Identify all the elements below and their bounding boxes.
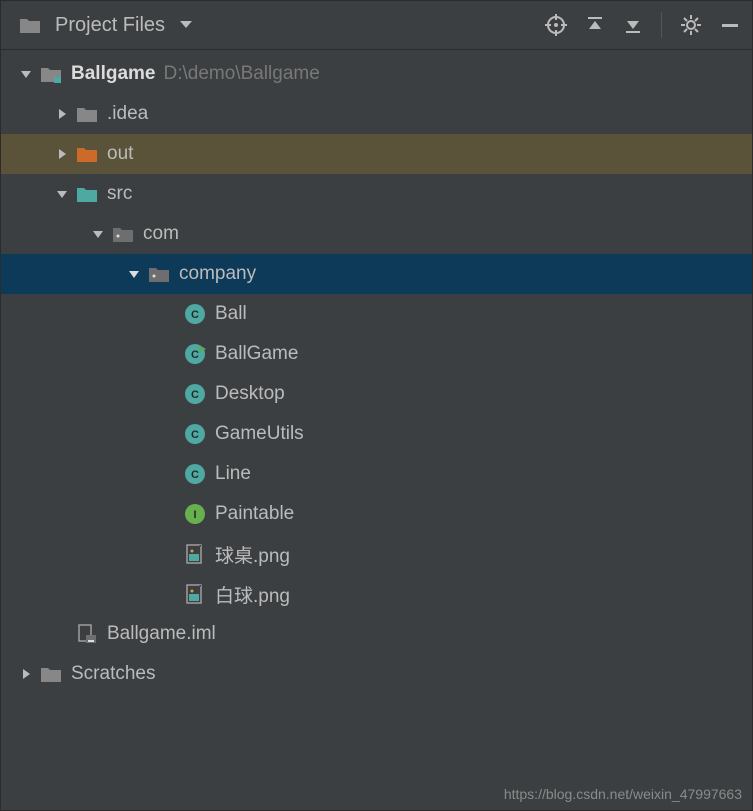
node-label: Paintable bbox=[215, 503, 294, 525]
locate-icon[interactable] bbox=[545, 14, 567, 36]
svg-text:C: C bbox=[191, 389, 199, 401]
folder-icon bbox=[73, 105, 101, 123]
node-label: Ballgame.iml bbox=[107, 623, 216, 645]
node-label: BallGame bbox=[215, 343, 298, 365]
svg-text:C: C bbox=[191, 429, 199, 441]
tree-node-paintable[interactable]: I Paintable bbox=[1, 494, 752, 534]
node-label: out bbox=[107, 143, 133, 165]
package-icon bbox=[109, 225, 137, 243]
chevron-right-icon[interactable] bbox=[51, 108, 73, 120]
node-label: GameUtils bbox=[215, 423, 304, 445]
node-label: Ball bbox=[215, 303, 247, 325]
source-folder-icon bbox=[73, 185, 101, 203]
dropdown-icon bbox=[179, 20, 193, 30]
class-icon: C bbox=[181, 463, 209, 485]
project-tree[interactable]: Ballgame D:\demo\Ballgame .idea out bbox=[1, 50, 752, 694]
node-label: 球桌.png bbox=[215, 541, 290, 568]
folder-icon bbox=[19, 16, 41, 34]
svg-text:I: I bbox=[193, 509, 196, 521]
watermark: https://blog.csdn.net/weixin_47997663 bbox=[504, 786, 742, 802]
gear-icon[interactable] bbox=[680, 14, 702, 36]
tree-node-image-2[interactable]: 白球.png bbox=[1, 574, 752, 614]
svg-text:C: C bbox=[191, 309, 199, 321]
iml-file-icon bbox=[73, 623, 101, 645]
chevron-down-icon[interactable] bbox=[87, 228, 109, 240]
tree-node-iml[interactable]: Ballgame.iml bbox=[1, 614, 752, 654]
chevron-down-icon[interactable] bbox=[123, 268, 145, 280]
chevron-right-icon[interactable] bbox=[15, 668, 37, 680]
node-label: company bbox=[179, 263, 256, 285]
chevron-down-icon[interactable] bbox=[15, 68, 37, 80]
tree-node-out[interactable]: out bbox=[1, 134, 752, 174]
node-label: .idea bbox=[107, 103, 148, 125]
tree-node-image-1[interactable]: 球桌.png bbox=[1, 534, 752, 574]
tree-node-com[interactable]: com bbox=[1, 214, 752, 254]
node-label: Line bbox=[215, 463, 251, 485]
tree-node-ball[interactable]: C Ball bbox=[1, 294, 752, 334]
tree-node-idea[interactable]: .idea bbox=[1, 94, 752, 134]
chevron-down-icon[interactable] bbox=[51, 188, 73, 200]
tree-node-line[interactable]: C Line bbox=[1, 454, 752, 494]
excluded-folder-icon bbox=[73, 145, 101, 163]
divider bbox=[661, 12, 662, 38]
view-selector-label: Project Files bbox=[55, 14, 165, 37]
image-file-icon bbox=[181, 583, 209, 605]
tree-node-gameutils[interactable]: C GameUtils bbox=[1, 414, 752, 454]
tree-node-company[interactable]: company bbox=[1, 254, 752, 294]
module-folder-icon bbox=[37, 65, 65, 83]
node-label: Desktop bbox=[215, 383, 285, 405]
collapse-all-icon[interactable] bbox=[623, 15, 643, 35]
class-icon: C bbox=[181, 383, 209, 405]
runnable-class-icon: C bbox=[181, 343, 209, 365]
tree-node-scratches[interactable]: Scratches bbox=[1, 654, 752, 694]
image-file-icon bbox=[181, 543, 209, 565]
class-icon: C bbox=[181, 303, 209, 325]
svg-text:C: C bbox=[191, 469, 199, 481]
minimize-icon[interactable] bbox=[720, 15, 740, 35]
chevron-right-icon[interactable] bbox=[51, 148, 73, 160]
package-icon bbox=[145, 265, 173, 283]
node-label: com bbox=[143, 223, 179, 245]
tree-node-desktop[interactable]: C Desktop bbox=[1, 374, 752, 414]
tree-node-src[interactable]: src bbox=[1, 174, 752, 214]
node-path: D:\demo\Ballgame bbox=[163, 63, 319, 85]
project-view-header: Project Files bbox=[1, 1, 752, 50]
svg-text:C: C bbox=[191, 349, 199, 361]
node-label: Scratches bbox=[71, 663, 155, 685]
project-tool-window: Project Files bbox=[0, 0, 753, 811]
tree-node-project-root[interactable]: Ballgame D:\demo\Ballgame bbox=[1, 54, 752, 94]
node-label: 白球.png bbox=[215, 581, 290, 608]
node-label: Ballgame bbox=[71, 63, 155, 85]
node-label: src bbox=[107, 183, 132, 205]
expand-all-icon[interactable] bbox=[585, 15, 605, 35]
interface-icon: I bbox=[181, 503, 209, 525]
view-selector[interactable]: Project Files bbox=[19, 14, 537, 37]
header-actions bbox=[545, 12, 740, 38]
folder-icon bbox=[37, 665, 65, 683]
tree-node-ballgame[interactable]: C BallGame bbox=[1, 334, 752, 374]
class-icon: C bbox=[181, 423, 209, 445]
